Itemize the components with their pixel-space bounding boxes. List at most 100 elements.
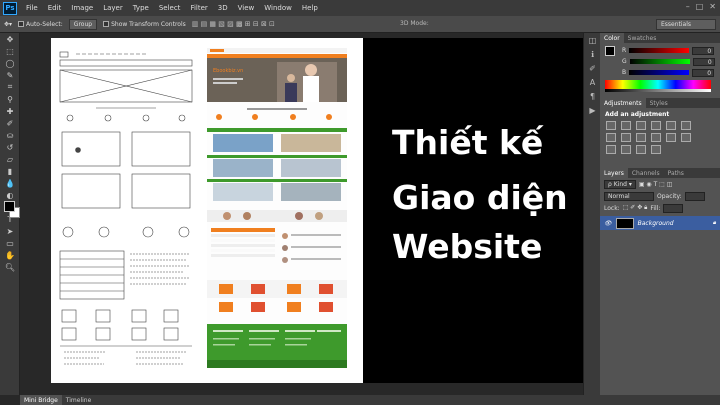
menu-select[interactable]: Select bbox=[154, 4, 186, 12]
threshold-icon[interactable] bbox=[621, 145, 631, 154]
selective-color-icon[interactable] bbox=[651, 145, 661, 154]
gray-ramp[interactable] bbox=[605, 89, 711, 92]
menu-view[interactable]: View bbox=[233, 4, 260, 12]
tab-mini-bridge[interactable]: Mini Bridge bbox=[20, 395, 62, 405]
actions-icon[interactable]: ▶ bbox=[584, 103, 601, 117]
stamp-tool-icon[interactable]: ⛀ bbox=[0, 129, 20, 141]
eyedropper-tool-icon[interactable]: ⚲ bbox=[0, 93, 20, 105]
blur-tool-icon[interactable]: 💧 bbox=[0, 177, 20, 189]
gradient-map-icon[interactable] bbox=[636, 145, 646, 154]
visibility-eye-icon[interactable]: 👁︎ bbox=[604, 220, 612, 227]
lasso-tool-icon[interactable]: ◯ bbox=[0, 57, 20, 69]
exposure-icon[interactable] bbox=[651, 121, 661, 130]
quick-select-tool-icon[interactable]: ✎ bbox=[0, 69, 20, 81]
curves-icon[interactable] bbox=[636, 121, 646, 130]
layer-row-background[interactable]: 👁︎ Background 🔒︎ bbox=[600, 216, 720, 230]
channel-g[interactable]: G0 bbox=[600, 56, 720, 67]
tools-panel: ✥ ⬚ ◯ ✎ ⌗ ⚲ ✚ ✐ ⛀ ↺ ▱ ▮ 💧 ◐ ✒ T ➤ ▭ ✋ 🔍︎ bbox=[0, 33, 20, 395]
align-icons[interactable]: ▥ ▤ ▦ ▧ ▨ ▩ ⊞ ⊟ ⊠ ⊡ bbox=[192, 20, 275, 28]
layer-filter-row: ρ Kind ▾ ▣ ◉ T ⬚ ◫ bbox=[600, 178, 720, 190]
foreground-color-swatch[interactable] bbox=[4, 201, 15, 212]
fill-input[interactable] bbox=[663, 203, 684, 213]
path-select-tool-icon[interactable]: ➤ bbox=[0, 225, 20, 237]
tab-timeline[interactable]: Timeline bbox=[62, 395, 96, 405]
menu-type[interactable]: Type bbox=[128, 4, 154, 12]
tab-color[interactable]: Color bbox=[600, 33, 624, 43]
history-icon[interactable]: ◫ bbox=[584, 33, 601, 47]
transform-controls-checkbox[interactable]: Show Transform Controls bbox=[103, 21, 186, 28]
channel-mixer-icon[interactable] bbox=[651, 133, 661, 142]
menu-3d[interactable]: 3D bbox=[213, 4, 233, 12]
posterize-icon[interactable] bbox=[606, 145, 616, 154]
filter-icons[interactable]: ▣ ◉ T ⬚ ◫ bbox=[639, 181, 673, 188]
hand-tool-icon[interactable]: ✋ bbox=[0, 249, 20, 261]
color-balance-icon[interactable] bbox=[606, 133, 616, 142]
channel-r-label: R bbox=[622, 47, 627, 54]
tab-adjustments[interactable]: Adjustments bbox=[600, 98, 646, 108]
eraser-tool-icon[interactable]: ▱ bbox=[0, 153, 20, 165]
auto-select-checkbox[interactable]: Auto-Select: bbox=[18, 21, 63, 28]
move-tool-icon[interactable]: ✥▾ bbox=[4, 21, 12, 28]
tab-swatches[interactable]: Swatches bbox=[624, 33, 661, 43]
tab-layers[interactable]: Layers bbox=[600, 168, 628, 178]
menu-edit[interactable]: Edit bbox=[43, 4, 67, 12]
tab-channels[interactable]: Channels bbox=[628, 168, 664, 178]
kind-filter-dropdown[interactable]: ρ Kind ▾ bbox=[604, 179, 636, 189]
canvas-left[interactable]: Ebookbiz.vn bbox=[51, 38, 363, 383]
tab-styles[interactable]: Styles bbox=[646, 98, 672, 108]
dodge-tool-icon[interactable]: ◐ bbox=[0, 189, 20, 201]
tab-paths[interactable]: Paths bbox=[664, 168, 688, 178]
opacity-input[interactable] bbox=[684, 191, 705, 201]
hue-sat-icon[interactable] bbox=[681, 121, 691, 130]
menu-image[interactable]: Image bbox=[66, 4, 98, 12]
zoom-tool-icon[interactable]: 🔍︎ bbox=[0, 261, 20, 273]
vibrance-icon[interactable] bbox=[666, 121, 676, 130]
maximize-icon[interactable]: □ bbox=[696, 2, 704, 11]
character-icon[interactable]: A bbox=[584, 75, 601, 89]
channel-b-value[interactable]: 0 bbox=[692, 68, 715, 77]
menu-filter[interactable]: Filter bbox=[185, 4, 212, 12]
bw-icon[interactable] bbox=[621, 133, 631, 142]
close-icon[interactable]: ✕ bbox=[709, 2, 716, 11]
window-controls: – □ ✕ bbox=[686, 2, 716, 11]
auto-select-dropdown[interactable]: Group bbox=[68, 18, 98, 30]
channel-r[interactable]: R0 bbox=[600, 45, 720, 56]
adjustments-title: Add an adjustment bbox=[605, 111, 670, 118]
opacity-label: Opacity: bbox=[657, 192, 682, 200]
minimize-icon[interactable]: – bbox=[686, 2, 690, 11]
photo-filter-icon[interactable] bbox=[636, 133, 646, 142]
invert-icon[interactable] bbox=[681, 133, 691, 142]
menu-file[interactable]: File bbox=[21, 4, 43, 12]
history-brush-icon[interactable]: ↺ bbox=[0, 141, 20, 153]
color-fg-swatch[interactable] bbox=[605, 46, 615, 56]
menu-help[interactable]: Help bbox=[297, 4, 323, 12]
channel-r-value[interactable]: 0 bbox=[692, 46, 715, 55]
blend-mode-dropdown[interactable]: Normal bbox=[604, 191, 654, 201]
wireframe-mockup bbox=[59, 51, 193, 365]
gradient-tool-icon[interactable]: ▮ bbox=[0, 165, 20, 177]
paragraph-icon[interactable]: ¶ bbox=[584, 89, 601, 103]
color-lookup-icon[interactable] bbox=[666, 133, 676, 142]
lock-label: Lock: bbox=[604, 204, 620, 212]
properties-icon[interactable]: ℹ bbox=[584, 47, 601, 61]
workspace-dropdown[interactable]: Essentials bbox=[656, 19, 716, 30]
levels-icon[interactable] bbox=[621, 121, 631, 130]
shape-tool-icon[interactable]: ▭ bbox=[0, 237, 20, 249]
channel-b[interactable]: B0 bbox=[600, 67, 720, 78]
color-sliders: R0 G0 B0 bbox=[600, 43, 720, 77]
lock-icons[interactable]: ⬚ ✐ ✥ 🔒︎ bbox=[623, 204, 648, 212]
brush-tool-icon[interactable]: ✐ bbox=[0, 117, 20, 129]
color-spectrum[interactable] bbox=[605, 80, 711, 89]
auto-select-label: Auto-Select: bbox=[26, 20, 63, 28]
bottom-panel-tabs: Mini Bridge Timeline bbox=[20, 395, 720, 405]
layer-thumbnail bbox=[615, 217, 634, 229]
brightness-icon[interactable] bbox=[606, 121, 616, 130]
crop-tool-icon[interactable]: ⌗ bbox=[0, 81, 20, 93]
channel-g-value[interactable]: 0 bbox=[692, 57, 715, 66]
healing-tool-icon[interactable]: ✚ bbox=[0, 105, 20, 117]
menu-window[interactable]: Window bbox=[259, 4, 297, 12]
menu-layer[interactable]: Layer bbox=[98, 4, 128, 12]
move-tool-icon[interactable]: ✥ bbox=[0, 33, 20, 45]
brush-panel-icon[interactable]: ✐ bbox=[584, 61, 601, 75]
marquee-tool-icon[interactable]: ⬚ bbox=[0, 45, 20, 57]
